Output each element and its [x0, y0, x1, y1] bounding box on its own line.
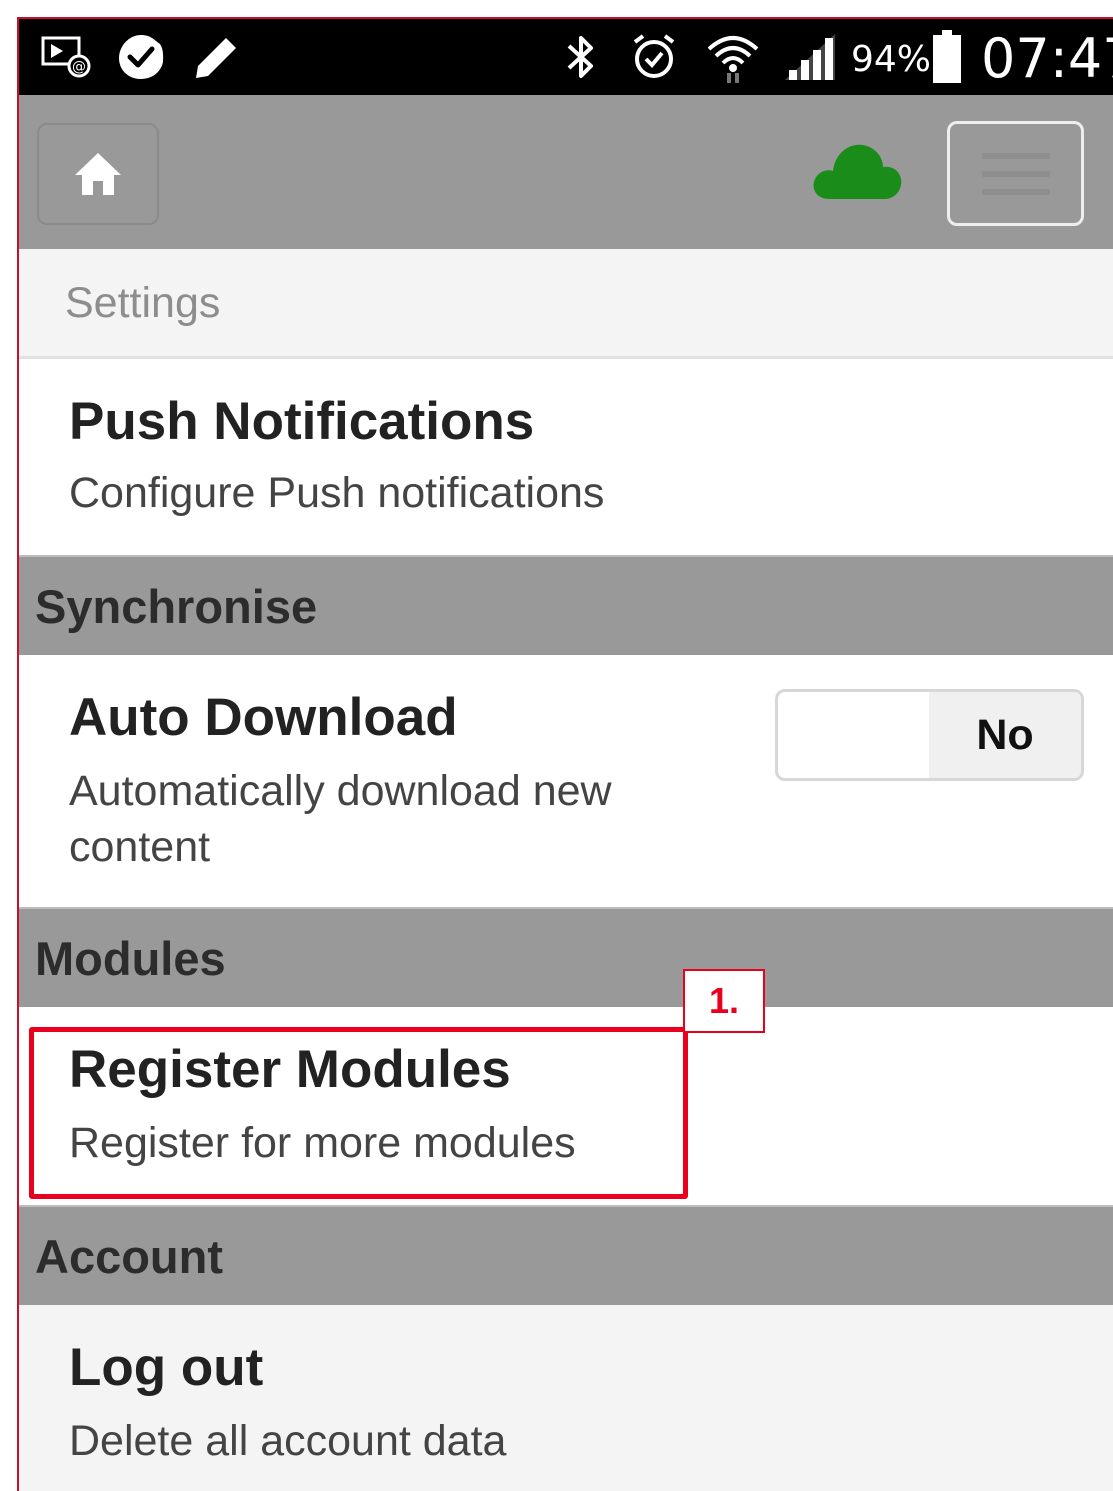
battery-icon	[929, 30, 965, 83]
app-screen: @ 94% 07:4 Settings Push Notifications C…	[17, 17, 1113, 1491]
section-title: Account	[35, 1230, 223, 1283]
toggle-value: No	[929, 692, 1081, 778]
screen-mirror-email-icon: @	[39, 33, 95, 81]
check-badge-icon	[113, 33, 169, 81]
hamburger-menu-line	[981, 188, 1050, 195]
section-title: Modules	[35, 932, 226, 985]
battery-percent: 94%	[851, 39, 932, 80]
status-bar: @ 94% 07:4	[19, 19, 1113, 95]
cloud-icon[interactable]	[809, 135, 905, 205]
alarm-icon	[629, 33, 679, 81]
logout-item[interactable]: Log out Delete all account data	[19, 1305, 1113, 1491]
push-notifications-title: Push Notifications	[69, 392, 535, 451]
app-header	[19, 95, 1113, 249]
screenshot-frame: @ 94% 07:4 Settings Push Notifications C…	[0, 0, 1113, 1491]
home-button[interactable]	[37, 123, 159, 225]
hamburger-menu-line	[981, 170, 1050, 177]
pencil-icon	[187, 33, 243, 81]
auto-download-item: Auto Download Automatically download new…	[19, 655, 1113, 907]
bluetooth-icon	[559, 33, 603, 81]
push-notifications-subtitle: Configure Push notifications	[69, 469, 605, 517]
section-title: Synchronise	[35, 580, 318, 633]
annotation-step-label: 1.	[683, 969, 765, 1033]
annotation-highlight-box	[29, 1027, 688, 1199]
home-icon	[75, 153, 121, 195]
logout-title: Log out	[69, 1338, 264, 1397]
auto-download-toggle[interactable]: No	[775, 689, 1084, 781]
auto-download-subtitle: Automatically download new content	[69, 767, 612, 871]
logout-subtitle: Delete all account data	[69, 1417, 507, 1465]
section-account: Account	[19, 1205, 1113, 1305]
wifi-icon	[705, 33, 761, 83]
section-modules: Modules	[19, 907, 1113, 1007]
signal-icon	[783, 33, 839, 81]
settings-header: Settings	[19, 249, 1113, 359]
auto-download-title: Auto Download	[69, 688, 458, 747]
menu-button[interactable]	[947, 121, 1084, 226]
push-notifications-item[interactable]: Push Notifications Configure Push notifi…	[19, 359, 1113, 555]
status-time: 07:47	[981, 27, 1113, 90]
hamburger-menu-icon	[981, 152, 1050, 159]
section-synchronise: Synchronise	[19, 555, 1113, 655]
svg-text:@: @	[72, 59, 86, 75]
page-title: Settings	[65, 279, 221, 327]
